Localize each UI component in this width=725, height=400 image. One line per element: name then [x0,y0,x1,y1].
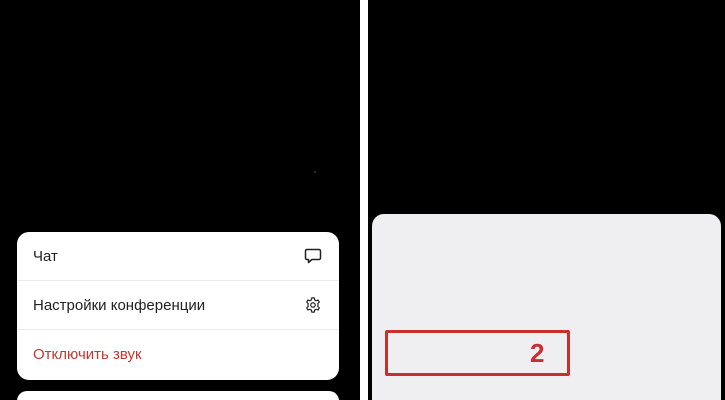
gear-icon [303,295,323,315]
menu-item-chat[interactable]: Чат [17,232,339,281]
menu-item-label: Отключить звук [33,346,142,363]
menu-item-conference-settings[interactable]: Настройки конференции [17,281,339,330]
menu-item-label: Чат [33,247,58,265]
screen-speck [314,171,316,173]
menu-item-label: Настройки конференции [33,296,206,314]
annotation-step-number: 2 [530,338,545,368]
menu-item-mute[interactable]: Отключить звук [17,330,339,379]
screenshot-stage: Чат Настройки конференции Отключить звук… [0,0,725,400]
chat-bubble-icon [303,246,323,266]
secondary-menu-card [17,391,339,400]
conference-menu: Чат Настройки конференции Отключить звук [17,232,339,380]
